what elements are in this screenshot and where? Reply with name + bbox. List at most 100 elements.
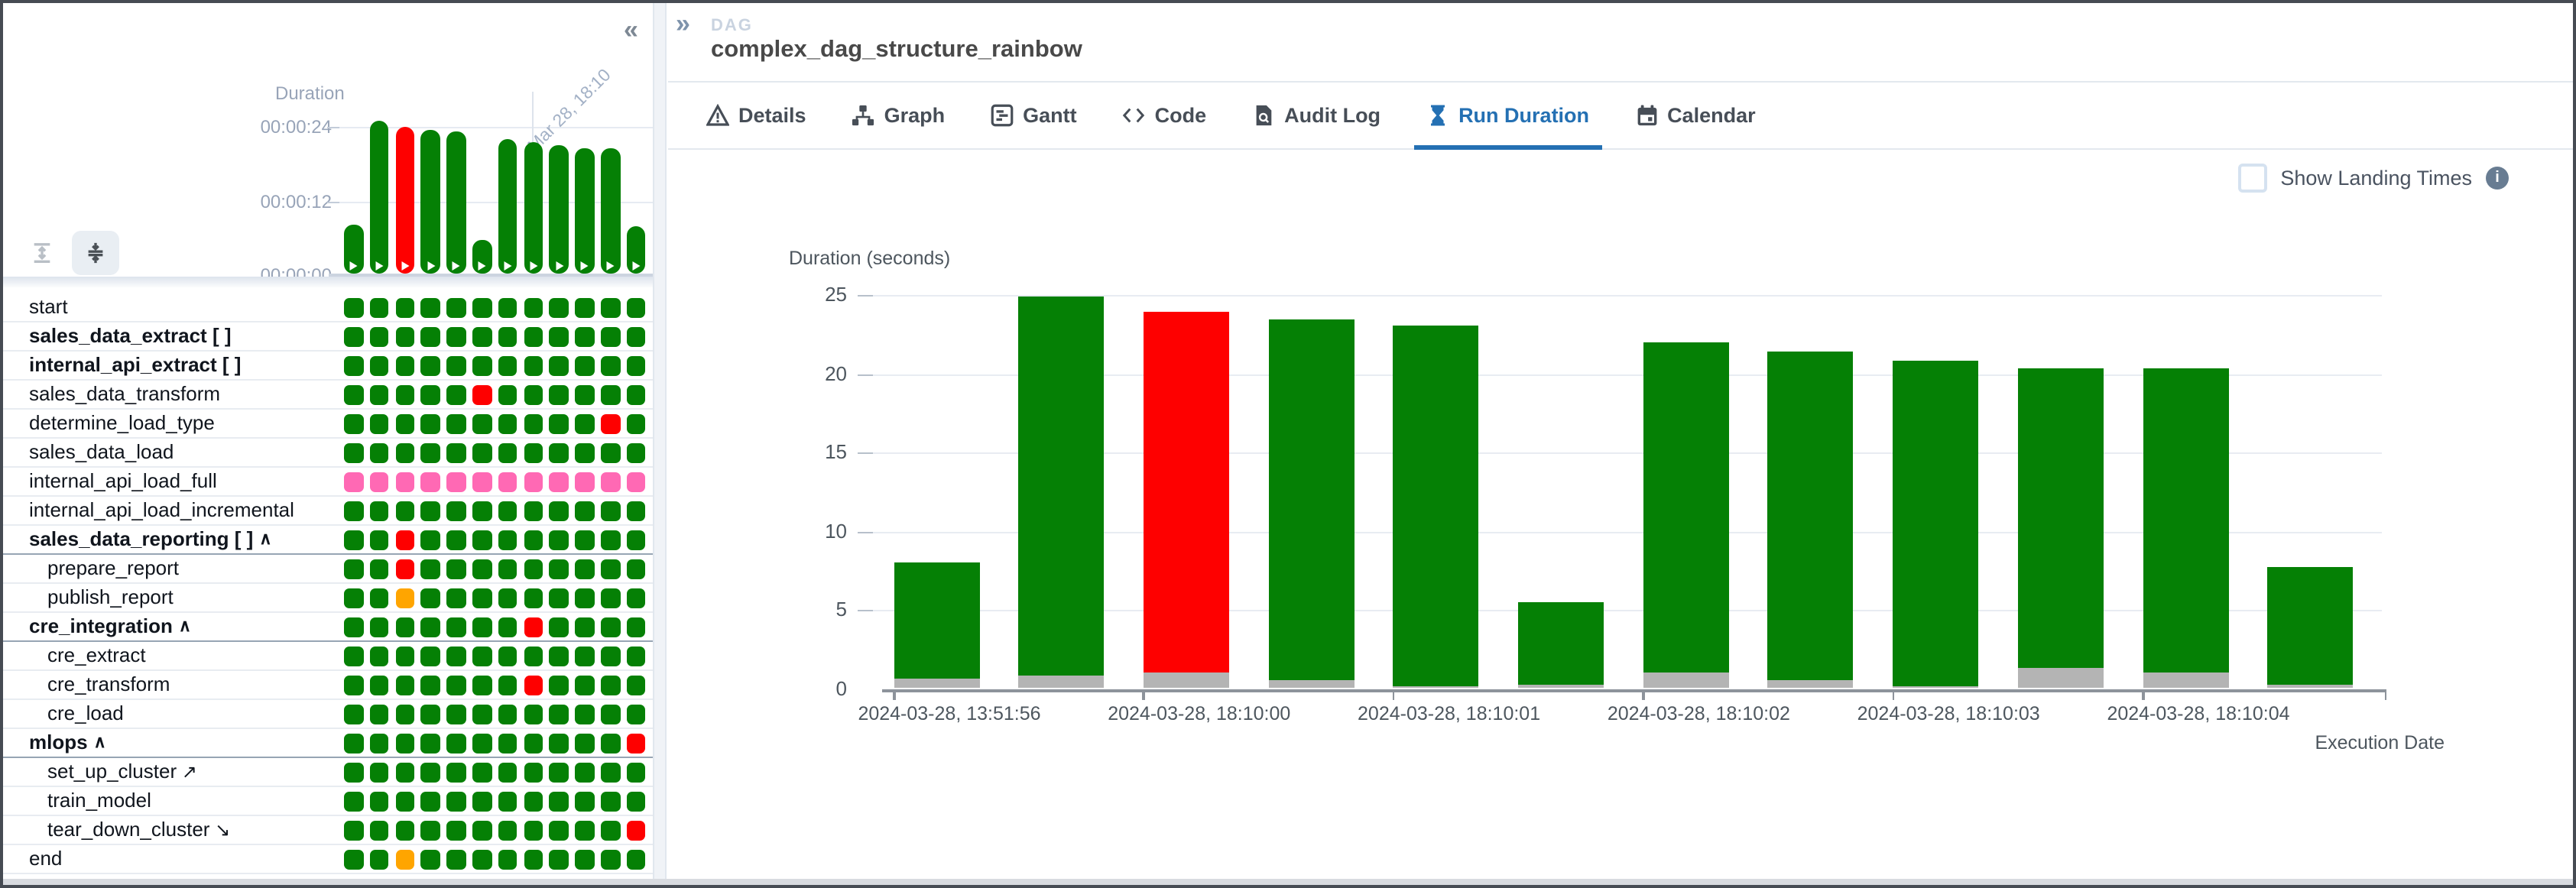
task-instance-cell[interactable] <box>370 298 389 317</box>
task-instance-cell[interactable] <box>601 676 620 695</box>
task-name[interactable]: cre_load <box>47 700 124 728</box>
task-instance-cell[interactable] <box>550 414 569 433</box>
task-name[interactable]: sales_data_load <box>29 439 174 466</box>
bottom-scrollbar-track[interactable] <box>3 879 2573 885</box>
chart-bar[interactable] <box>2143 368 2228 672</box>
task-instance-cell[interactable] <box>344 414 363 433</box>
task-instance-cell[interactable] <box>498 850 517 869</box>
task-name[interactable]: train_model <box>47 787 151 815</box>
task-instance-cell[interactable] <box>395 705 414 724</box>
task-instance-cell[interactable] <box>601 385 620 404</box>
task-instance-cell[interactable] <box>524 821 543 840</box>
task-instance-cell[interactable] <box>370 385 389 404</box>
task-instance-cell[interactable] <box>446 617 466 637</box>
task-instance-cell[interactable] <box>550 617 569 637</box>
task-instance-cell[interactable] <box>601 501 620 520</box>
task-instance-cell[interactable] <box>446 501 466 520</box>
task-instance-cell[interactable] <box>627 617 646 637</box>
task-instance-cell[interactable] <box>344 850 363 869</box>
task-instance-cell[interactable] <box>472 559 492 578</box>
task-instance-cell[interactable] <box>421 327 440 346</box>
task-instance-cell[interactable] <box>421 850 440 869</box>
task-instance-cell[interactable] <box>524 850 543 869</box>
chart-bar[interactable] <box>1893 361 1978 687</box>
task-instance-cell[interactable] <box>395 443 414 462</box>
task-instance-cell[interactable] <box>472 443 492 462</box>
task-instance-cell[interactable] <box>524 588 543 608</box>
task-instance-cell[interactable] <box>446 792 466 811</box>
task-instance-cell[interactable] <box>446 821 466 840</box>
task-instance-cell[interactable] <box>472 501 492 520</box>
task-instance-cell[interactable] <box>370 356 389 375</box>
task-instance-cell[interactable] <box>627 298 646 317</box>
task-name[interactable]: sales_data_extract [ ] <box>29 322 232 350</box>
task-instance-cell[interactable] <box>395 647 414 666</box>
task-instance-cell[interactable] <box>498 734 517 753</box>
task-instance-cell[interactable] <box>472 298 492 317</box>
task-instance-cell[interactable] <box>370 501 389 520</box>
task-instance-cell[interactable] <box>421 385 440 404</box>
task-instance-cell[interactable] <box>524 559 543 578</box>
task-instance-cell[interactable] <box>601 763 620 782</box>
task-instance-cell[interactable] <box>421 501 440 520</box>
task-instance-cell[interactable] <box>421 763 440 782</box>
task-instance-cell[interactable] <box>344 617 363 637</box>
task-instance-cell[interactable] <box>395 298 414 317</box>
task-instance-cell[interactable] <box>472 792 492 811</box>
task-instance-cell[interactable] <box>344 385 363 404</box>
task-instance-cell[interactable] <box>446 850 466 869</box>
task-instance-cell[interactable] <box>524 617 543 637</box>
task-instance-cell[interactable] <box>524 298 543 317</box>
task-name[interactable]: cre_transform <box>47 671 170 698</box>
task-instance-cell[interactable] <box>575 559 594 578</box>
task-name[interactable]: sales_data_transform <box>29 381 220 408</box>
task-name[interactable]: internal_api_load_incremental <box>29 497 294 524</box>
task-name[interactable]: internal_api_load_full <box>29 468 217 495</box>
task-instance-cell[interactable] <box>446 385 466 404</box>
task-instance-cell[interactable] <box>498 385 517 404</box>
chart-bar[interactable] <box>1144 311 1229 672</box>
task-instance-cell[interactable] <box>575 792 594 811</box>
task-instance-cell[interactable] <box>370 676 389 695</box>
task-instance-cell[interactable] <box>550 763 569 782</box>
task-instance-cell[interactable] <box>627 559 646 578</box>
collapse-group-icon[interactable]: ∧ <box>259 530 271 549</box>
task-instance-cell[interactable] <box>550 298 569 317</box>
task-instance-cell[interactable] <box>395 559 414 578</box>
task-instance-cell[interactable] <box>601 414 620 433</box>
task-instance-cell[interactable] <box>421 821 440 840</box>
task-instance-cell[interactable] <box>395 763 414 782</box>
task-instance-cell[interactable] <box>421 472 440 491</box>
task-instance-cell[interactable] <box>498 327 517 346</box>
task-instance-cell[interactable] <box>344 821 363 840</box>
task-instance-cell[interactable] <box>395 617 414 637</box>
chart-bar-queued[interactable] <box>2143 672 2228 689</box>
task-instance-cell[interactable] <box>550 734 569 753</box>
task-instance-cell[interactable] <box>575 472 594 491</box>
chart-bar[interactable] <box>1268 319 1354 680</box>
task-instance-cell[interactable] <box>370 647 389 666</box>
task-instance-cell[interactable] <box>421 414 440 433</box>
task-instance-cell[interactable] <box>550 647 569 666</box>
task-instance-cell[interactable] <box>601 792 620 811</box>
task-instance-cell[interactable] <box>421 705 440 724</box>
task-instance-cell[interactable] <box>446 734 466 753</box>
task-instance-cell[interactable] <box>472 530 492 549</box>
task-instance-cell[interactable] <box>575 850 594 869</box>
task-instance-cell[interactable] <box>524 327 543 346</box>
task-instance-cell[interactable] <box>395 385 414 404</box>
task-instance-cell[interactable] <box>344 676 363 695</box>
task-instance-cell[interactable] <box>395 501 414 520</box>
task-instance-cell[interactable] <box>524 734 543 753</box>
task-instance-cell[interactable] <box>575 385 594 404</box>
task-instance-cell[interactable] <box>524 501 543 520</box>
task-instance-cell[interactable] <box>395 792 414 811</box>
task-instance-cell[interactable] <box>524 356 543 375</box>
task-instance-cell[interactable] <box>550 385 569 404</box>
task-instance-cell[interactable] <box>601 327 620 346</box>
chart-bar-queued[interactable] <box>2018 668 2104 689</box>
task-instance-cell[interactable] <box>472 617 492 637</box>
task-instance-cell[interactable] <box>370 792 389 811</box>
task-name[interactable]: sales_data_reporting [ ]∧ <box>29 526 271 555</box>
task-instance-cell[interactable] <box>395 588 414 608</box>
